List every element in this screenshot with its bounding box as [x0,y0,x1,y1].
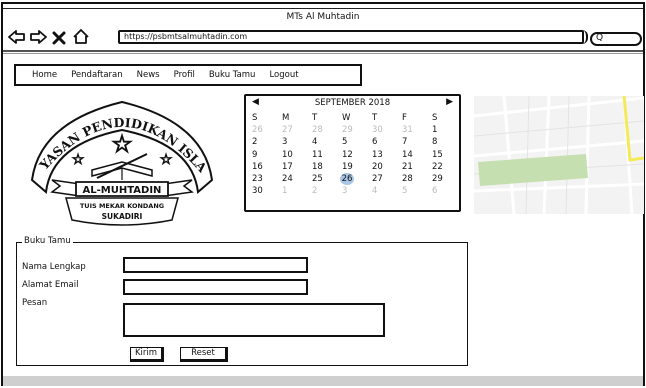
calendar-weekday: S [252,113,258,123]
calendar-grid: S M T W T F S 26 27 28 29 30 31 1 2 3 4 5 6 7 8 9 10 11 12 13 14 15… [252,112,462,197]
calendar-weekday: T [312,113,318,123]
logo-ribbon-text: AL-MUHTADIN [83,185,162,196]
nav-item-pendaftaran[interactable]: Pendaftaran [71,70,123,80]
logo-sub-text: TUIS MEKAR KONDANG [80,202,164,210]
calendar-day[interactable]: 3 [282,136,312,148]
nav-item-home[interactable]: Home [32,70,57,80]
search-input[interactable]: Q [590,32,642,46]
calendar-day[interactable]: 4 [372,185,402,197]
url-bar-end [575,30,588,44]
calendar-day[interactable]: 27 [372,173,402,185]
calendar-day[interactable]: 28 [312,124,342,136]
calendar-day[interactable]: 3 [342,185,372,197]
main-nav: Home Pendaftaran News Profil Buku Tamu L… [14,64,362,86]
calendar-weekday: S [432,113,438,123]
calendar-week-row: 30 1 2 3 4 5 6 [252,185,462,197]
window-title: MTs Al Muhtadin [286,12,360,22]
school-logo: YAYASAN PENDIDIKAN ISLAM ☆ ☆ ☆ AL-MUHTAD… [15,80,222,232]
calendar-day-selected[interactable]: 26 [340,172,372,185]
title-bar-line [3,8,643,9]
map-widget[interactable] [473,95,645,215]
calendar-day[interactable]: 5 [402,185,432,197]
calendar-day[interactable]: 18 [312,161,342,173]
home-icon[interactable] [72,28,90,49]
status-bar [3,376,643,386]
calendar-day[interactable]: 28 [402,173,432,185]
submit-button[interactable]: Kirim [130,347,164,362]
calendar-day[interactable]: 21 [402,161,432,173]
svg-text:☆: ☆ [160,152,173,168]
calendar-month-label: SEPTEMBER 2018 [314,98,391,108]
calendar-day[interactable]: 29 [432,173,462,185]
calendar-day[interactable]: 14 [402,149,432,161]
calendar-day[interactable]: 12 [342,149,372,161]
close-icon[interactable] [52,30,66,49]
reset-button[interactable]: Reset [180,347,228,362]
calendar-day[interactable]: 19 [342,161,372,173]
calendar-week-row: 2345678 [252,136,462,148]
nav-item-news[interactable]: News [137,70,160,80]
calendar-day[interactable]: 22 [432,161,462,173]
calendar-day[interactable]: 9 [252,149,282,161]
calendar-day[interactable]: 11 [312,149,342,161]
calendar-day[interactable]: 5 [342,136,372,148]
calendar-day[interactable]: 2 [252,136,282,148]
name-label: Nama Lengkap [22,262,86,272]
calendar-day[interactable]: 6 [432,185,462,197]
svg-text:☆: ☆ [72,152,85,168]
name-field[interactable] [123,257,308,273]
svg-text:☆: ☆ [111,130,133,158]
calendar-next-icon[interactable]: ▶ [446,97,453,107]
nav-item-profil[interactable]: Profil [174,70,195,80]
calendar-day[interactable]: 30 [372,124,402,136]
calendar-day[interactable]: 15 [432,149,462,161]
calendar-day[interactable]: 30 [252,185,282,197]
guestbook-legend: Buku Tamu [22,236,73,246]
calendar-day[interactable]: 23 [252,173,282,185]
forward-arrow-icon[interactable] [29,29,47,49]
calendar-day[interactable]: 20 [372,161,402,173]
toolbar-divider-secondary [3,53,643,54]
calendar-day[interactable]: 1 [282,185,312,197]
calendar-day[interactable]: 10 [282,149,312,161]
calendar-weekday: F [402,113,407,123]
calendar-weekday: T [372,113,378,123]
calendar-day[interactable]: 26 [252,124,282,136]
calendar-weekday: W [342,113,351,123]
logo-bottom-text: SUKADIRI [102,212,143,221]
calendar-week-row: 26 27 28 29 30 31 1 [252,124,462,136]
nav-item-logout[interactable]: Logout [269,70,298,80]
calendar-day[interactable]: 16 [252,161,282,173]
message-textarea[interactable] [123,303,385,337]
calendar-day[interactable]: 25 [312,173,342,185]
back-arrow-icon[interactable] [8,29,26,49]
calendar-week-row: 23 24 25 26 27 28 29 [252,172,462,185]
calendar-day[interactable]: 1 [432,124,462,136]
message-label: Pesan [22,298,48,308]
calendar-day[interactable]: 24 [282,173,312,185]
calendar-day[interactable]: 7 [402,136,432,148]
calendar-day[interactable]: 17 [282,161,312,173]
calendar-day[interactable]: 31 [402,124,432,136]
calendar-weekday: M [282,113,290,123]
calendar-day[interactable]: 29 [342,124,372,136]
email-label: Alamat Email [22,280,79,290]
calendar-day[interactable]: 27 [282,124,312,136]
calendar-day[interactable]: 8 [432,136,462,148]
calendar-week-row: 9 10 11 12 13 14 15 [252,149,462,161]
nav-item-buku-tamu[interactable]: Buku Tamu [209,70,256,80]
url-bar[interactable]: https://psbmtsalmuhtadin.com [118,30,584,44]
calendar-widget: ◀ SEPTEMBER 2018 ▶ S M T W T F S 26 27 28 29 30 31 1 2… [244,94,461,212]
email-field[interactable] [123,279,308,295]
calendar-day[interactable]: 6 [372,136,402,148]
calendar-weekday-row: SMTWTFS [252,112,462,124]
calendar-week-row: 16 17 18 19 20 21 22 [252,161,462,173]
toolbar-divider [3,50,643,52]
calendar-day[interactable]: 13 [372,149,402,161]
calendar-day[interactable]: 4 [312,136,342,148]
calendar-day[interactable]: 2 [312,185,342,197]
